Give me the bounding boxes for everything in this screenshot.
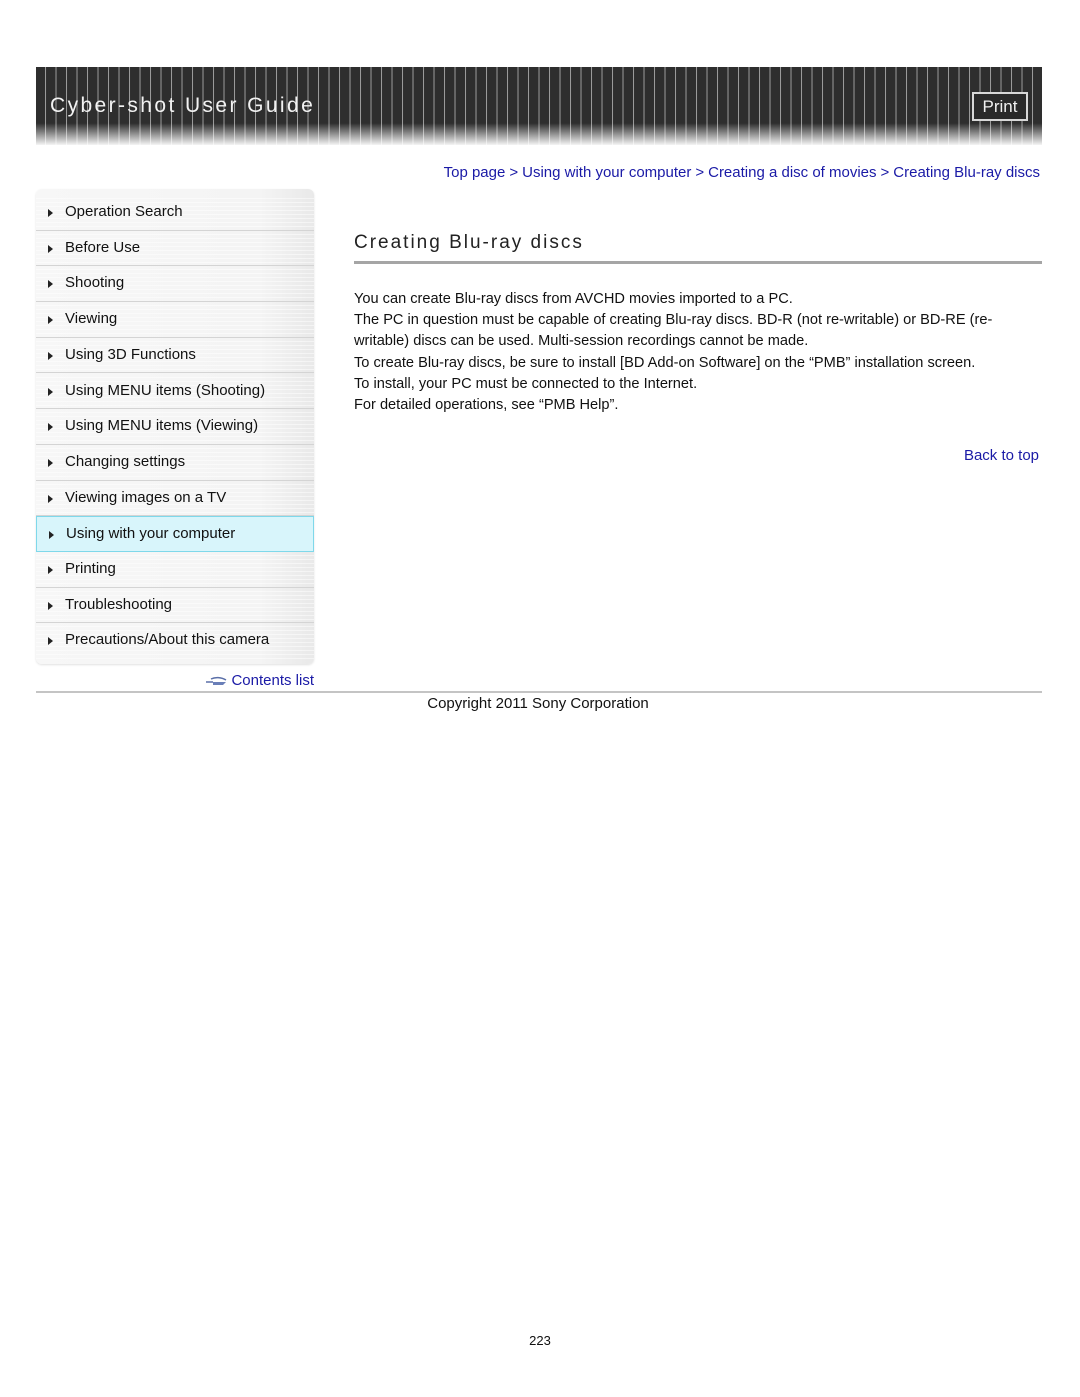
sidebar-item-using-3d-functions[interactable]: Using 3D Functions <box>36 337 314 374</box>
print-button[interactable]: Print <box>972 92 1028 121</box>
contents-list-label: Contents list <box>231 672 314 689</box>
triangle-right-icon <box>48 244 53 253</box>
sidebar-item-before-use[interactable]: Before Use <box>36 230 314 267</box>
triangle-right-icon <box>48 566 53 574</box>
triangle-right-icon <box>48 209 53 217</box>
sidebar-item-label: Viewing <box>65 310 118 328</box>
triangle-right-icon <box>48 280 53 289</box>
breadcrumb-separator: > <box>695 164 705 181</box>
sidebar-item-changing-settings[interactable]: Changing settings <box>36 444 314 481</box>
sidebar-item-using-with-your-computer[interactable]: Using with your computer <box>36 516 314 552</box>
triangle-right-icon <box>48 637 53 646</box>
breadcrumb: Top page > Using with your computer > Creati… <box>444 164 1040 181</box>
page-number: 223 <box>529 1333 551 1348</box>
sidebar-item-label: Using 3D Functions <box>65 345 196 363</box>
triangle-right-icon <box>48 387 53 396</box>
triangle-right-icon <box>48 494 53 503</box>
sidebar-item-label: Using MENU items (Shooting) <box>65 381 266 399</box>
paragraph: For detailed operations, see “PMB Help”. <box>354 397 619 414</box>
sidebar-item-menu-viewing[interactable]: Using MENU items (Viewing) <box>36 409 314 445</box>
footer-divider <box>36 691 1042 693</box>
sidebar-item-label: Operation Search <box>65 203 183 220</box>
sidebar-item-label: Before Use <box>65 238 141 256</box>
sidebar-item-viewing-images-on-tv[interactable]: Viewing images on a TV <box>36 480 314 517</box>
triangle-right-icon <box>49 531 54 540</box>
paragraph: To create Blu-ray discs, be sure to inst… <box>354 354 976 371</box>
article-body: You can create Blu-ray discs from AVCHD … <box>354 289 1042 416</box>
sidebar-item-viewing[interactable]: Viewing <box>36 302 314 338</box>
sidebar-item-label: Using with your computer <box>66 525 236 543</box>
breadcrumb-creating-a-disc-of-movies[interactable]: Creating a disc of movies <box>708 164 876 181</box>
title-divider <box>354 261 1042 264</box>
sidebar-item-label: Troubleshooting <box>65 595 173 613</box>
header-banner: Cyber-shot User Guide Print <box>36 67 1042 145</box>
sidebar-item-shooting[interactable]: Shooting <box>36 266 314 303</box>
app-title: Cyber-shot User Guide <box>50 94 316 117</box>
sidebar-item-label: Using MENU items (Viewing) <box>65 417 259 435</box>
triangle-right-icon <box>48 458 53 467</box>
triangle-right-icon <box>48 423 53 432</box>
triangle-right-icon <box>48 316 53 325</box>
contents-list-link[interactable]: Contents list <box>205 672 314 689</box>
sidebar-item-label: Viewing images on a TV <box>65 488 227 506</box>
sidebar-item-label: Printing <box>65 560 116 577</box>
copyright-text: Copyright 2011 Sony Corporation <box>427 695 649 712</box>
paragraph: To install, your PC must be connected to… <box>354 375 698 392</box>
sidebar-item-label: Shooting <box>65 274 125 292</box>
sidebar-item-precautions[interactable]: Precautions/About this camera <box>36 623 314 660</box>
sidebar-item-label: Changing settings <box>65 452 186 470</box>
triangle-right-icon <box>48 601 53 610</box>
sidebar-item-menu-shooting[interactable]: Using MENU items (Shooting) <box>36 373 314 410</box>
contents-arrow-icon <box>205 676 227 686</box>
sidebar-nav: Operation Search Before Use Shooting Vie… <box>36 189 314 664</box>
paragraph: The PC in question must be capable of cr… <box>354 312 993 350</box>
back-to-top-link[interactable]: Back to top <box>964 447 1039 464</box>
paragraph: You can create Blu-ray discs from AVCHD … <box>354 291 793 307</box>
breadcrumb-using-with-your-computer[interactable]: Using with your computer <box>522 164 691 181</box>
page-title: Creating Blu-ray discs <box>354 232 584 253</box>
breadcrumb-separator: > <box>509 164 519 181</box>
sidebar-item-label: Precautions/About this camera <box>65 631 270 649</box>
triangle-right-icon <box>48 351 53 360</box>
sidebar-item-operation-search[interactable]: Operation Search <box>36 195 314 231</box>
breadcrumb-separator: > <box>880 164 890 181</box>
breadcrumb-top-page[interactable]: Top page <box>444 164 506 181</box>
sidebar-item-printing[interactable]: Printing <box>36 552 314 588</box>
sidebar-item-troubleshooting[interactable]: Troubleshooting <box>36 587 314 624</box>
breadcrumb-creating-blu-ray-discs[interactable]: Creating Blu-ray discs <box>893 164 1040 181</box>
